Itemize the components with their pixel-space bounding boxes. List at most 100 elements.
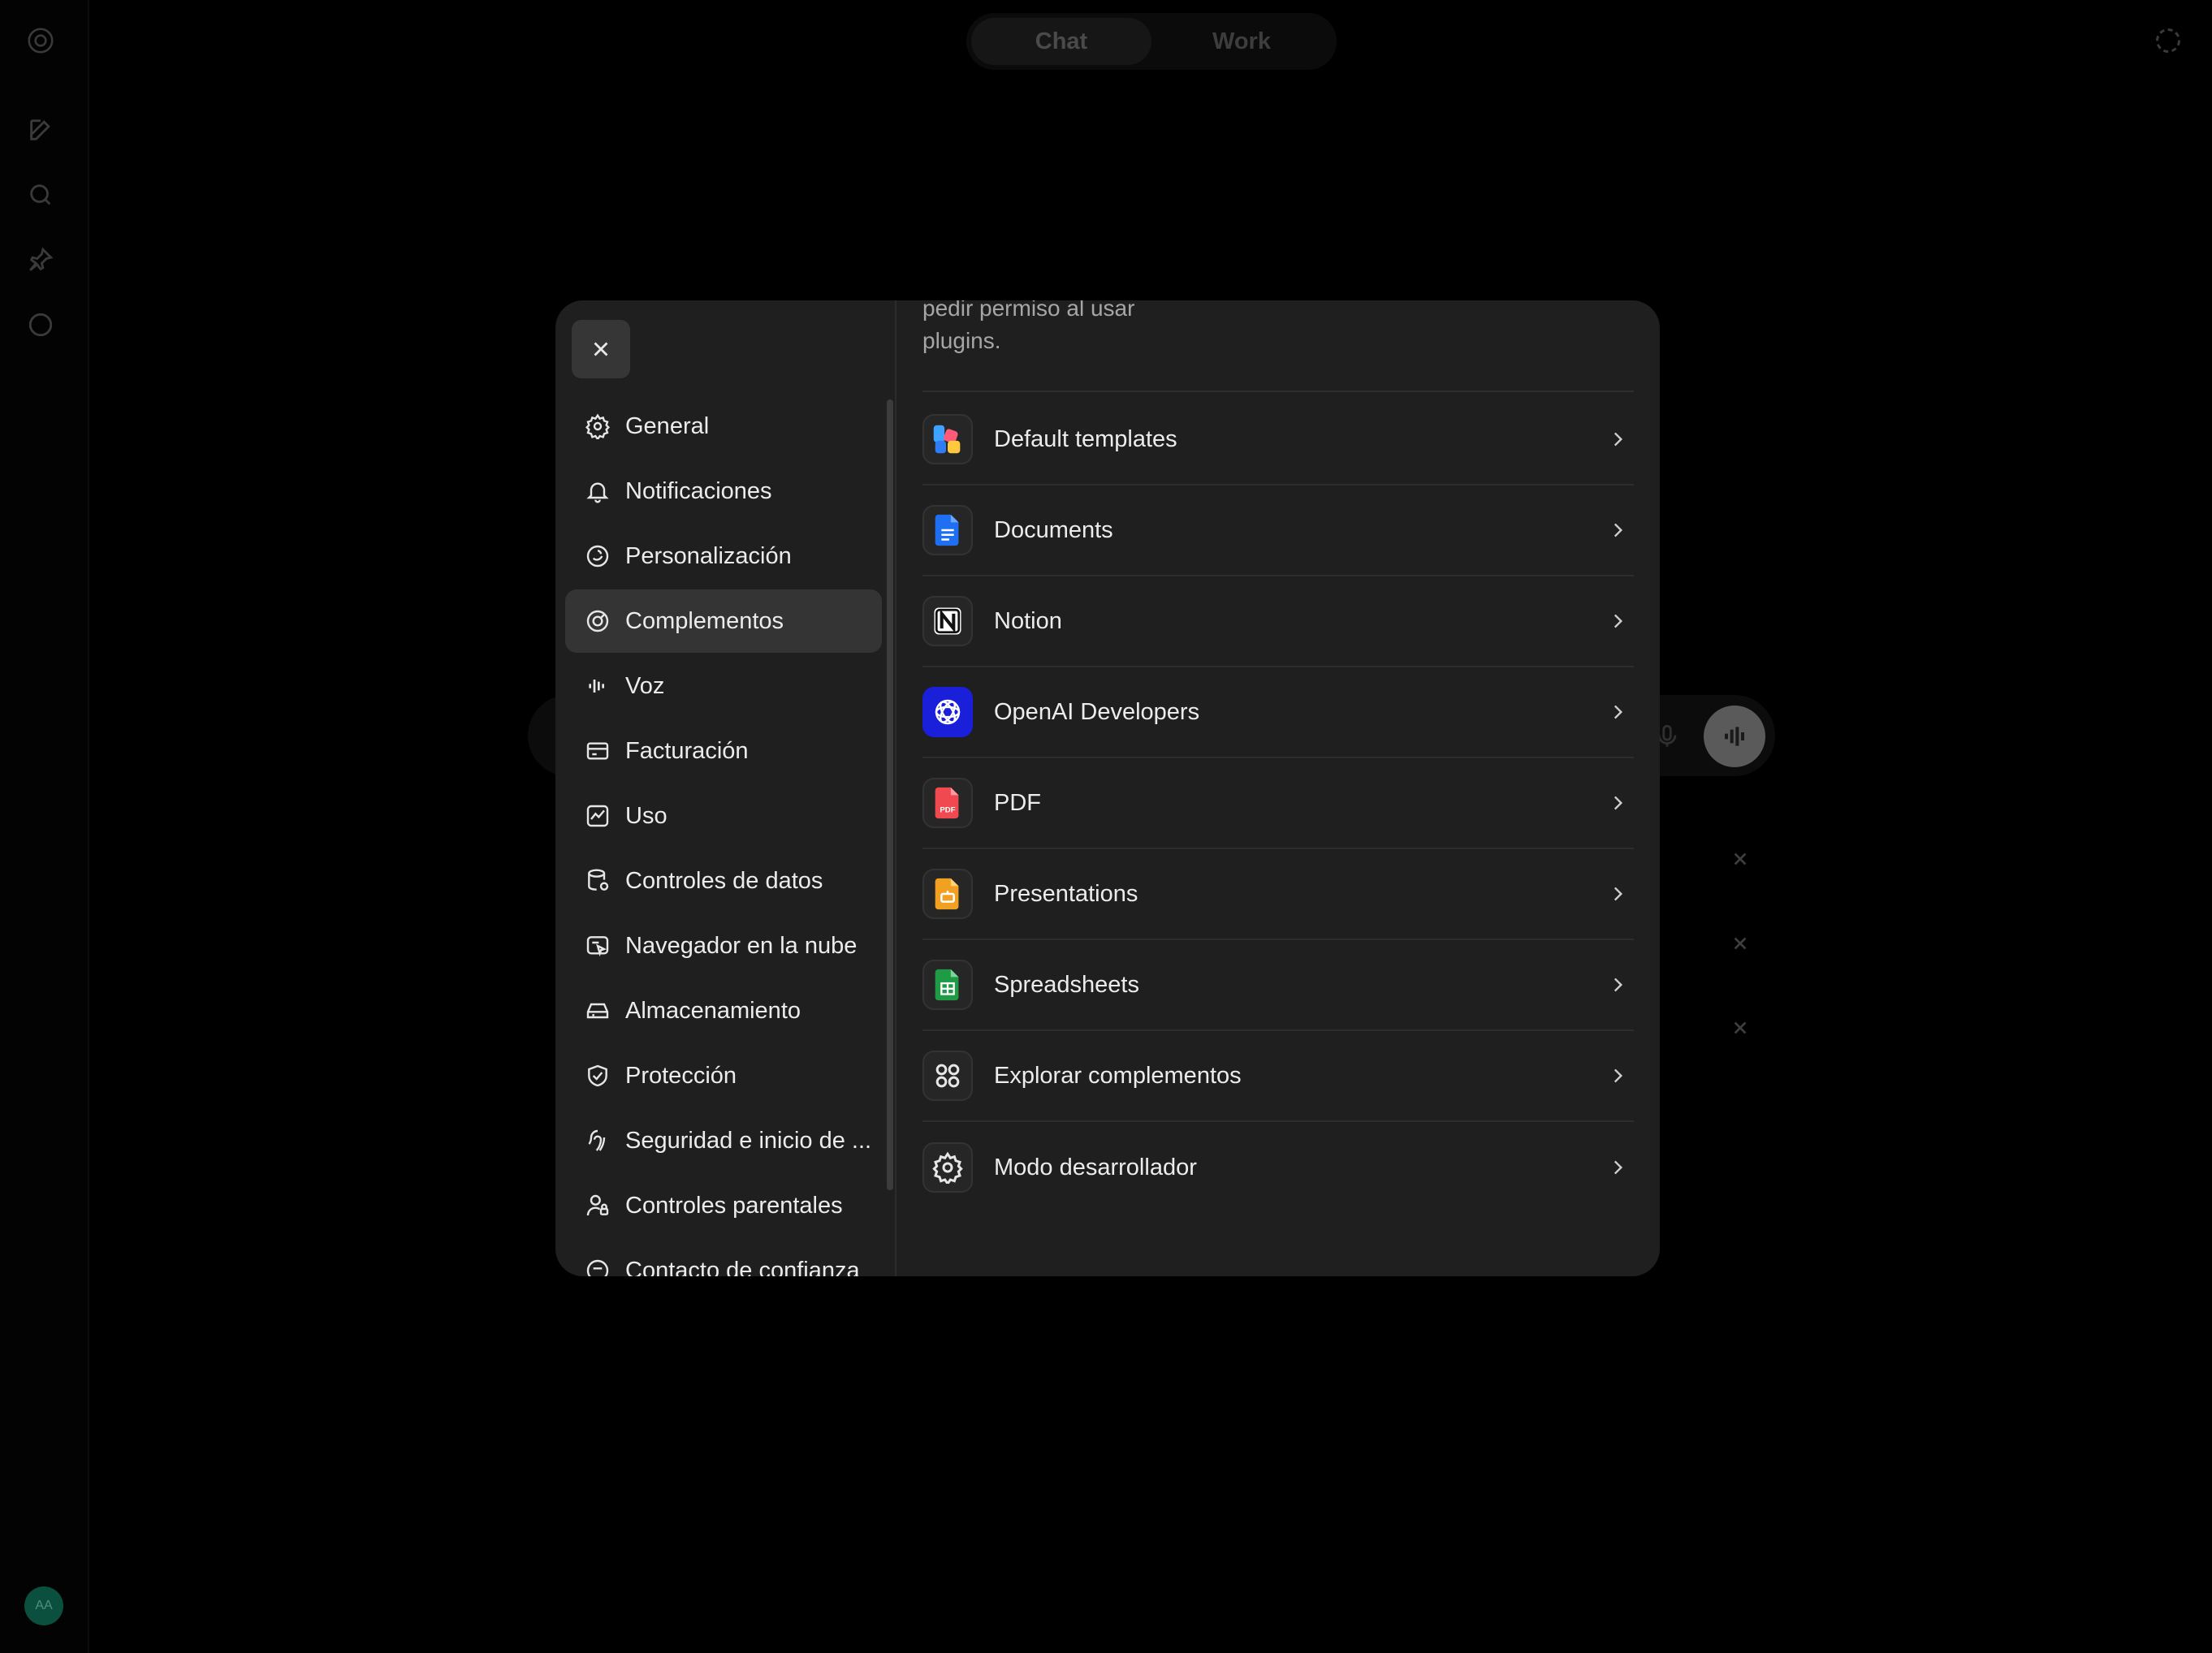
explore-grid-icon	[922, 1051, 973, 1101]
plugin-row-default-templates[interactable]: Default templates	[922, 395, 1634, 486]
nav-item-label: Seguridad e inicio de ...	[625, 1127, 872, 1154]
personalization-icon	[583, 542, 612, 571]
nav-item-label: Controles parentales	[625, 1192, 843, 1219]
voice-waveform-icon	[583, 671, 612, 701]
database-icon	[583, 866, 612, 896]
dismiss-icon	[1726, 845, 1754, 873]
dismiss-icon	[1726, 1014, 1754, 1042]
nav-item-label: Notificaciones	[625, 477, 772, 504]
parental-icon	[583, 1191, 612, 1220]
bell-icon	[583, 477, 612, 506]
plugins-description: pedir permiso al usar plugins.	[922, 300, 1135, 353]
nav-item-navegador-en-la-nube[interactable]: Navegador en la nube	[565, 914, 882, 978]
nav-item-complementos[interactable]: Complementos	[565, 589, 882, 653]
settings-modal: General Notificaciones Personalización C…	[555, 300, 1660, 1276]
trusted-contact-icon	[583, 1256, 612, 1276]
chevron-right-icon	[1603, 516, 1632, 545]
divider	[922, 391, 1634, 392]
plugin-label: Spreadsheets	[994, 971, 1139, 998]
nav-item-label: Navegador en la nube	[625, 932, 858, 959]
pdf-icon: PDF	[922, 778, 973, 828]
dismiss-icon	[1726, 930, 1754, 957]
plugin-row-explorar-complementos[interactable]: Explorar complementos	[922, 1031, 1634, 1122]
pin-icon[interactable]	[24, 244, 57, 276]
nav-item-uso[interactable]: Uso	[565, 784, 882, 848]
plugin-row-documents[interactable]: Documents	[922, 486, 1634, 576]
close-icon	[594, 342, 608, 356]
avatar[interactable]: AA	[24, 1586, 63, 1625]
nav-item-controles-parentales[interactable]: Controles parentales	[565, 1174, 882, 1237]
tab-chat[interactable]: Chat	[971, 18, 1151, 65]
cloud-browser-icon	[583, 931, 612, 960]
developer-gear-icon	[922, 1142, 973, 1193]
nav-item-notificaciones[interactable]: Notificaciones	[565, 460, 882, 523]
nav-item-label: Facturación	[625, 737, 749, 764]
nav-item-label: Contacto de confianza	[625, 1257, 860, 1277]
nav-item-label: General	[625, 412, 710, 439]
nav-item-proteccion[interactable]: Protección	[565, 1044, 882, 1107]
plugin-label: Presentations	[994, 880, 1138, 907]
chevron-right-icon	[1603, 879, 1632, 909]
nav-item-facturacion[interactable]: Facturación	[565, 719, 882, 783]
plugin-row-pdf[interactable]: PDF PDF	[922, 758, 1634, 849]
left-rail: AA	[0, 0, 89, 1653]
chevron-right-icon	[1603, 1153, 1632, 1182]
tab-work[interactable]: Work	[1151, 18, 1332, 65]
chevron-right-icon	[1603, 425, 1632, 454]
plugin-label: PDF	[994, 789, 1041, 816]
security-login-icon	[583, 1126, 612, 1155]
plugins-panel: pedir permiso al usar plugins. Default t…	[896, 300, 1660, 1276]
plugin-row-modo-desarrollador[interactable]: Modo desarrollador	[922, 1122, 1634, 1213]
default-templates-icon	[922, 414, 973, 464]
chevron-right-icon	[1603, 697, 1632, 727]
plugin-row-notion[interactable]: Notion	[922, 576, 1634, 667]
spreadsheets-icon	[922, 960, 973, 1010]
nav-item-voz[interactable]: Voz	[565, 654, 882, 718]
plugin-label: Documents	[994, 516, 1113, 543]
nav-item-label: Almacenamiento	[625, 997, 801, 1024]
plugin-row-spreadsheets[interactable]: Spreadsheets	[922, 940, 1634, 1031]
plugins-icon	[583, 606, 612, 636]
plugin-label: OpenAI Developers	[994, 698, 1200, 725]
credit-card-icon	[583, 736, 612, 766]
voice-mode-button	[1704, 706, 1765, 767]
nav-item-general[interactable]: General	[565, 395, 882, 458]
nav-item-controles-de-datos[interactable]: Controles de datos	[565, 849, 882, 913]
new-chat-icon[interactable]	[24, 114, 57, 146]
nav-item-almacenamiento[interactable]: Almacenamiento	[565, 979, 882, 1042]
pdf-badge-text: PDF	[940, 806, 955, 815]
shield-icon	[583, 1061, 612, 1090]
settings-nav-list[interactable]: General Notificaciones Personalización C…	[565, 395, 882, 1276]
gear-icon	[583, 412, 612, 441]
plugin-label: Explorar complementos	[994, 1062, 1242, 1089]
chevron-right-icon	[1603, 606, 1632, 636]
nav-item-label: Personalización	[625, 542, 792, 569]
openai-developers-icon	[922, 687, 973, 737]
chat-bubble-icon[interactable]	[24, 309, 57, 341]
plugin-list: Default templates Documents Notion OpenA…	[922, 395, 1634, 1213]
nav-item-contacto-de-confianza[interactable]: Contacto de confianza	[565, 1239, 882, 1276]
usage-chart-icon	[583, 801, 612, 831]
plugin-label: Default templates	[994, 425, 1177, 452]
chevron-right-icon	[1603, 970, 1632, 999]
temporary-chat-icon[interactable]	[2152, 24, 2184, 57]
mode-switcher: Chat Work	[966, 13, 1337, 70]
nav-item-label: Controles de datos	[625, 867, 823, 894]
nav-item-label: Complementos	[625, 607, 784, 634]
openai-logo-icon[interactable]	[24, 24, 57, 57]
nav-item-seguridad[interactable]: Seguridad e inicio de ...	[565, 1109, 882, 1172]
plugin-row-presentations[interactable]: Presentations	[922, 849, 1634, 940]
plugin-label: Notion	[994, 607, 1062, 634]
nav-item-label: Protección	[625, 1062, 737, 1089]
storage-drive-icon	[583, 996, 612, 1025]
nav-scrollbar[interactable]	[887, 399, 893, 1190]
presentations-icon	[922, 869, 973, 919]
plugin-row-openai-developers[interactable]: OpenAI Developers	[922, 667, 1634, 758]
search-icon[interactable]	[24, 179, 57, 211]
nav-item-label: Voz	[625, 672, 665, 699]
nav-item-label: Uso	[625, 802, 667, 829]
plugin-label: Modo desarrollador	[994, 1154, 1197, 1180]
chevron-right-icon	[1603, 1061, 1632, 1090]
close-button[interactable]	[572, 320, 630, 378]
nav-item-personalizacion[interactable]: Personalización	[565, 524, 882, 588]
